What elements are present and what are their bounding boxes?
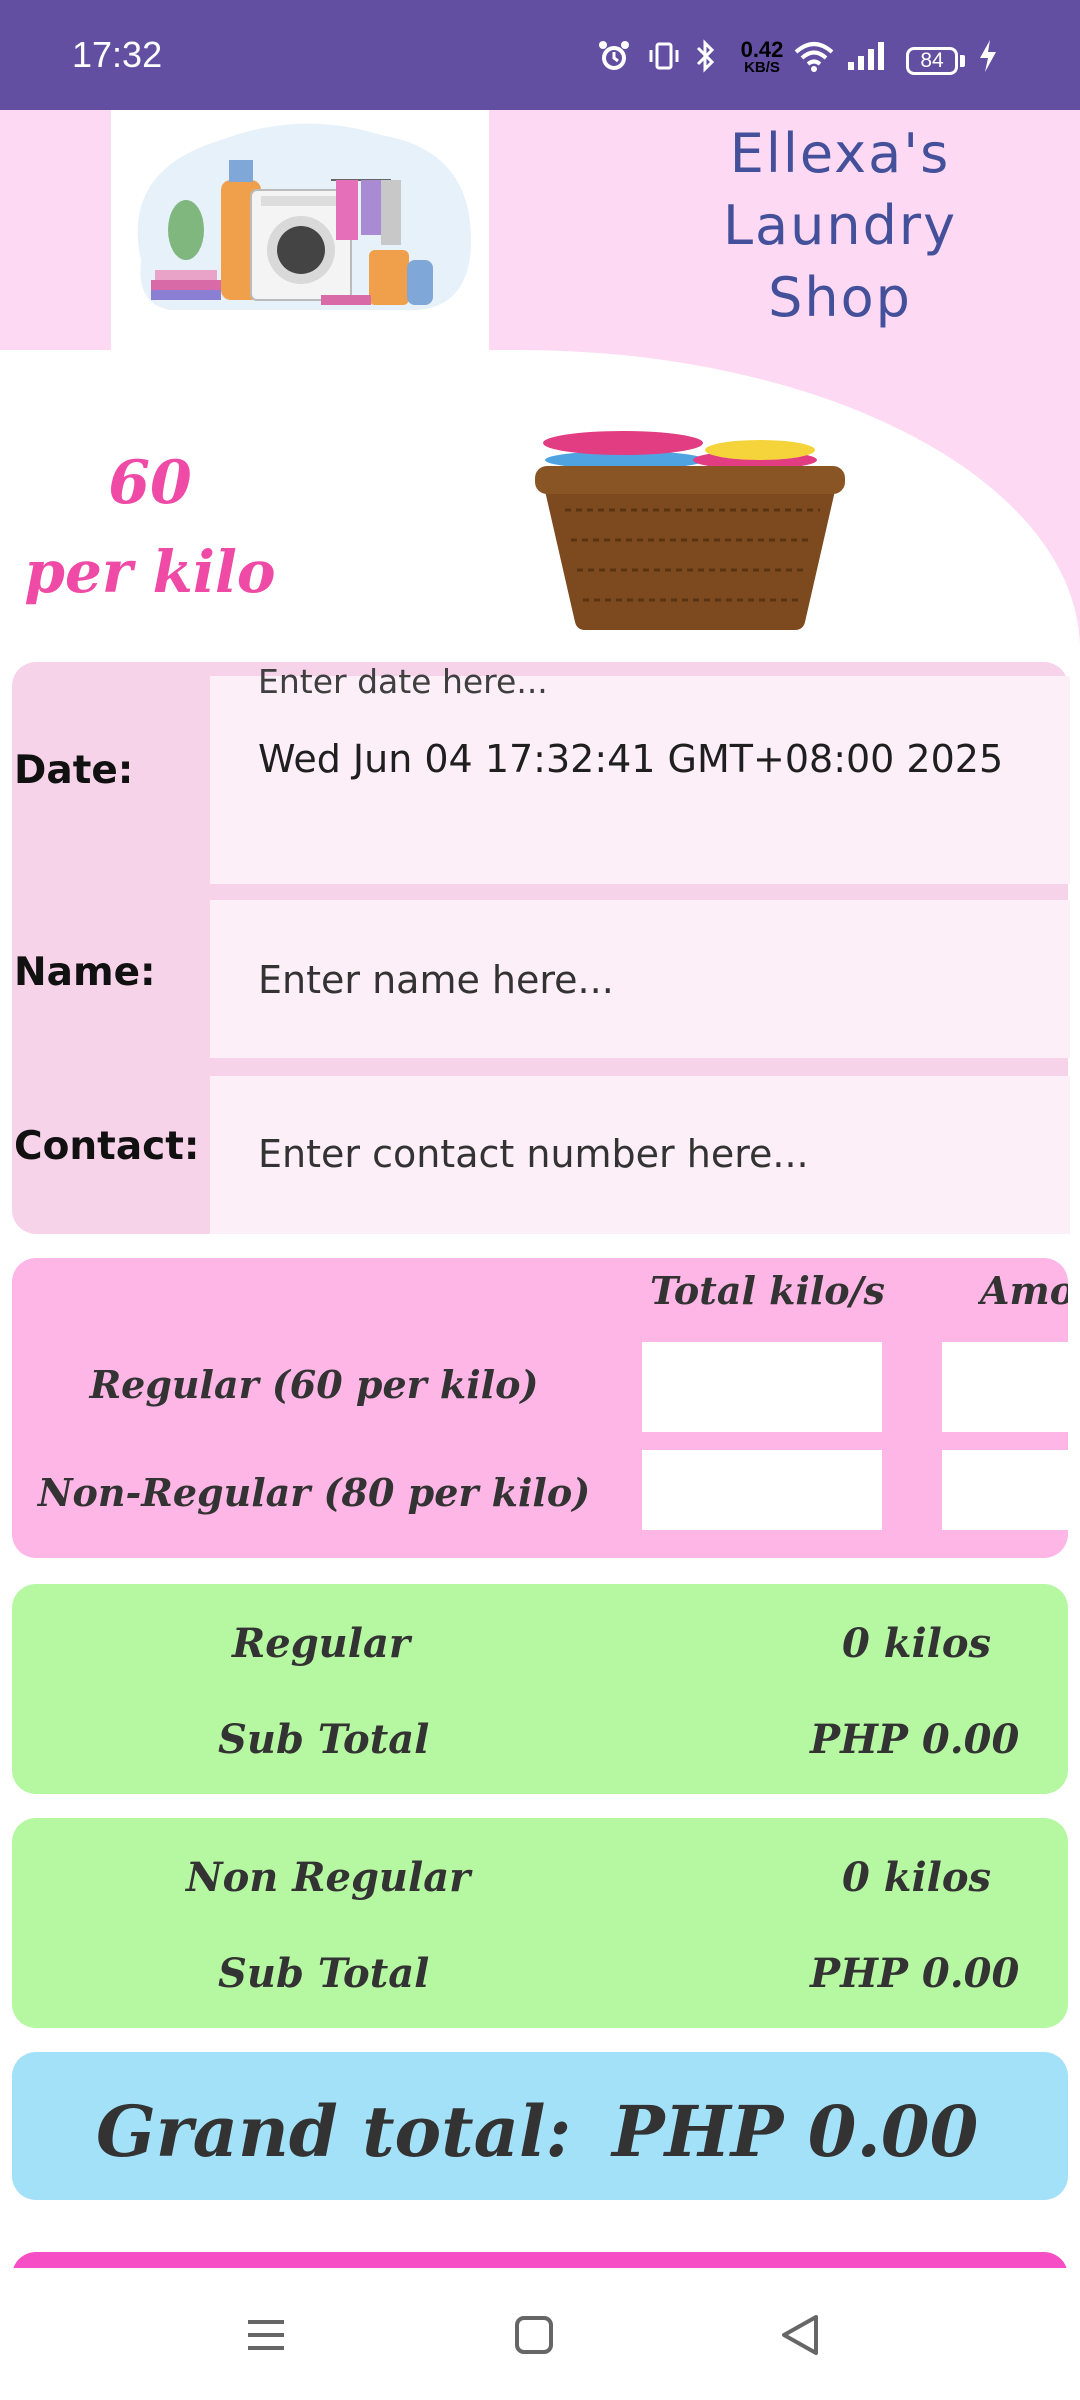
back-icon[interactable] [762, 2300, 842, 2370]
date-label: Date: [14, 748, 134, 793]
contact-input[interactable]: Enter contact number here... [258, 1132, 809, 1176]
contact-label: Contact: [14, 1124, 200, 1169]
nonregular-kilos-input[interactable] [642, 1450, 882, 1530]
regular-amount-input[interactable] [942, 1342, 1068, 1432]
total-kilos-header: Total kilo/s [650, 1268, 885, 1313]
nonregular-subtotal-label: Sub Total [218, 1950, 430, 1997]
nonregular-amount-input[interactable] [942, 1450, 1068, 1530]
price-unit: per kilo [24, 538, 276, 606]
shop-name-line2: Laundry [722, 194, 958, 257]
regular-kilos-value: 0 kilos [842, 1620, 992, 1667]
nonregular-kilos-value: 0 kilos [842, 1854, 992, 1901]
battery-level: 84 [906, 47, 958, 75]
shop-name-line3: Shop [768, 266, 912, 329]
wifi-icon [792, 38, 836, 74]
charging-icon [976, 38, 1000, 74]
regular-subtotal-value: PHP 0.00 [810, 1716, 1020, 1763]
bluetooth-icon [692, 38, 720, 74]
grand-total-value: PHP 0.00 [612, 2090, 979, 2173]
menu-icon[interactable] [226, 2300, 306, 2370]
grand-total-label: Grand total: [96, 2090, 572, 2173]
alarm-icon [596, 38, 632, 74]
network-speed: 0.42 KB/S [734, 39, 790, 76]
regular-summary-title: Regular [232, 1620, 410, 1667]
laundry-logo [111, 110, 489, 350]
date-hint: Enter date here... [258, 662, 548, 701]
name-input[interactable]: Enter name here... [258, 958, 614, 1002]
vibrate-icon [646, 38, 682, 74]
nonregular-rate-label: Non-Regular (80 per kilo) [37, 1470, 591, 1515]
amount-header-clip: Amo [978, 1258, 1068, 1318]
price-value: 60 [108, 448, 192, 518]
shop-name-line1: Ellexa's [729, 122, 951, 185]
status-time: 17:32 [72, 34, 163, 75]
regular-subtotal-label: Sub Total [218, 1716, 430, 1763]
network-speed-unit: KB/S [744, 59, 780, 76]
amount-header: Amo [980, 1268, 1068, 1313]
home-icon[interactable] [494, 2300, 574, 2370]
laundry-basket-image [505, 410, 875, 650]
nonregular-summary-title: Non Regular [186, 1854, 471, 1901]
battery-tip [960, 55, 965, 67]
nonregular-subtotal-value: PHP 0.00 [810, 1950, 1020, 1997]
date-value[interactable]: Wed Jun 04 17:32:41 GMT+08:00 2025 [258, 734, 1018, 784]
regular-kilos-input[interactable] [642, 1342, 882, 1432]
shop-name: Ellexa's Laundry Shop [690, 118, 990, 334]
signal-icon [846, 38, 890, 74]
regular-rate-label: Regular (60 per kilo) [89, 1362, 539, 1407]
name-label: Name: [14, 950, 156, 995]
